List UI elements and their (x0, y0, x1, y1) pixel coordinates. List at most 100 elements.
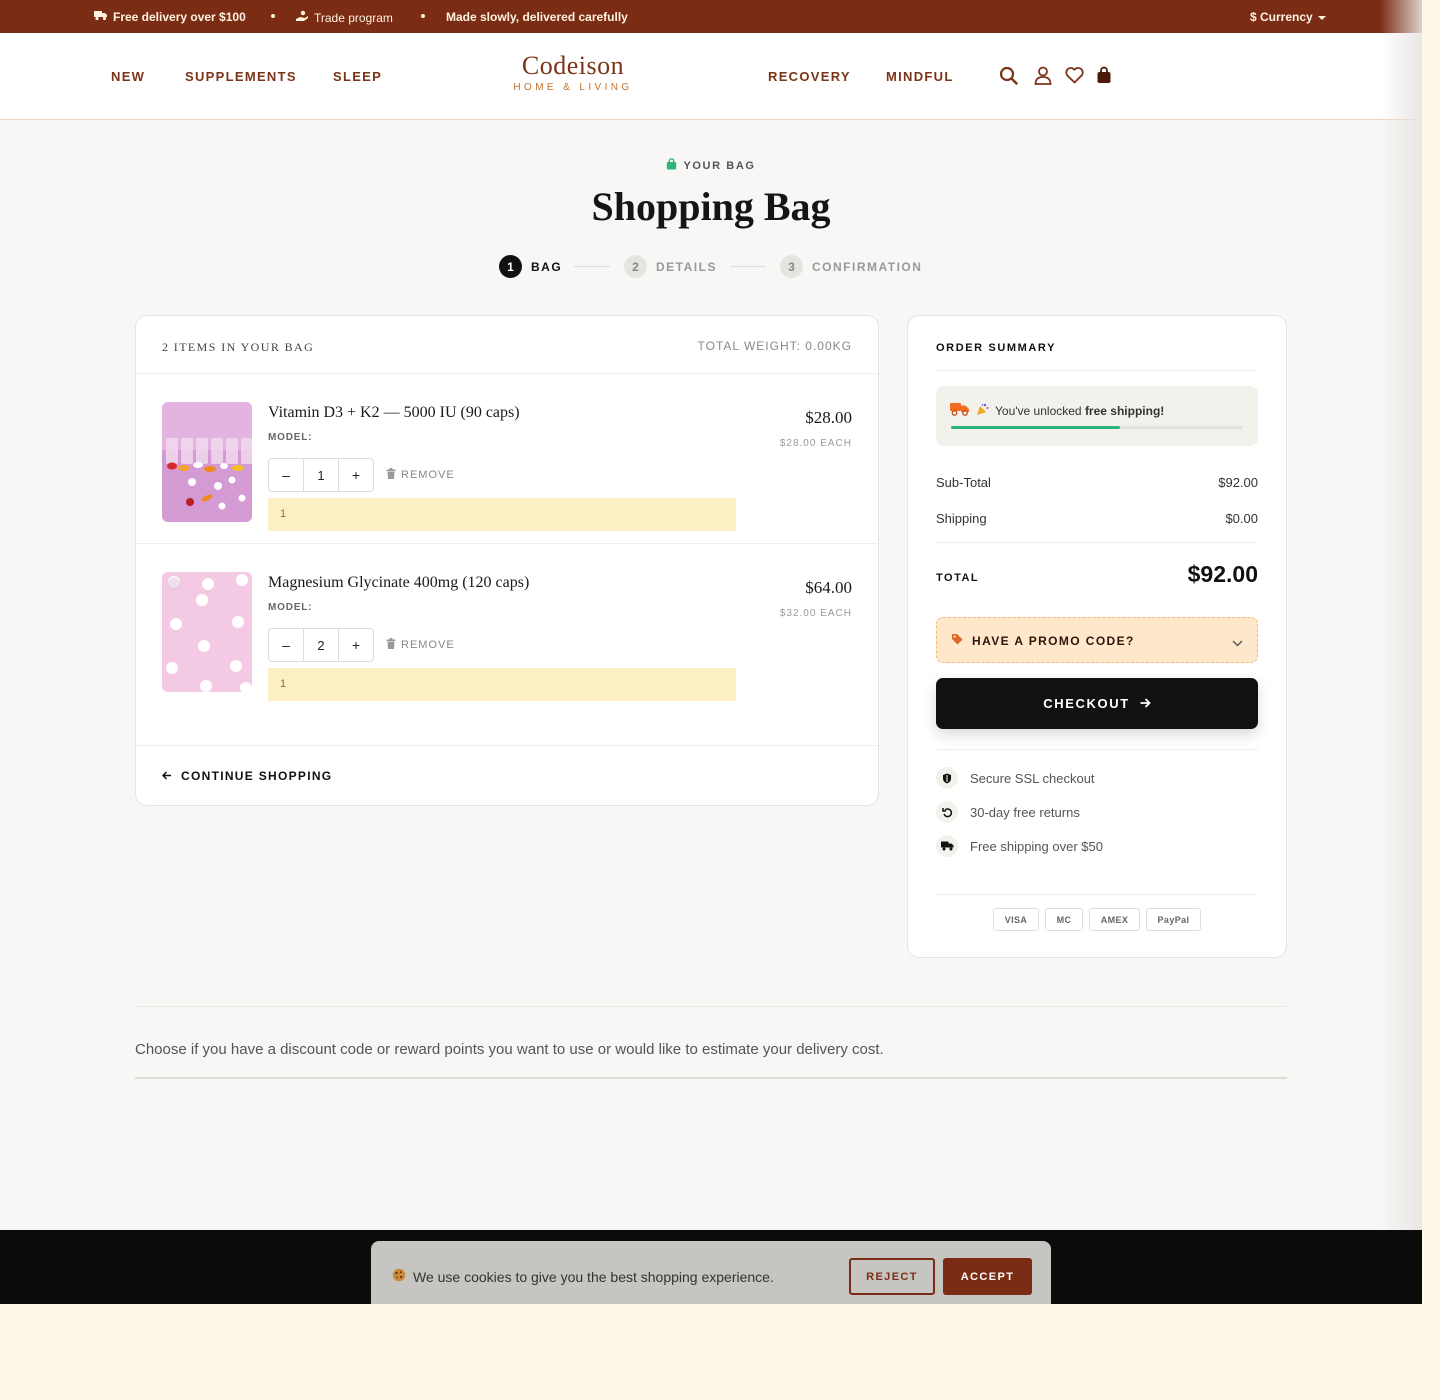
nav-supplements[interactable]: SUPPLEMENTS (185, 69, 297, 84)
total-value: $92.00 (1187, 561, 1258, 587)
nav-mindful[interactable]: MINDFUL (886, 69, 954, 84)
cart-item: Vitamin D3 + K2 — 5000 IU (90 caps) MODE… (136, 374, 878, 544)
truck-icon (936, 835, 958, 857)
decrease-button[interactable]: – (269, 459, 303, 491)
cart-header: 2 ITEMS IN YOUR BAG TOTAL WEIGHT: 0.00KG (136, 316, 878, 374)
cookie-banner: We use cookies to give you the best shop… (371, 1241, 1051, 1304)
accept-cookies-button[interactable]: ACCEPT (943, 1258, 1032, 1295)
total-label: TOTAL (936, 572, 980, 584)
quantity-stepper: – 1 + (268, 458, 374, 492)
product-image[interactable] (162, 402, 252, 522)
discount-explainer: Choose if you have a discount code or re… (135, 1041, 884, 1058)
chevron-down-icon (1232, 634, 1243, 652)
quantity-value[interactable]: 2 (303, 629, 339, 661)
item-price: $28.00 (805, 408, 852, 427)
site-header: NEW SUPPLEMENTS SLEEP Codeison HOME & LI… (0, 33, 1422, 120)
cart-item-count: 2 ITEMS IN YOUR BAG (162, 340, 315, 354)
summary-title: ORDER SUMMARY (936, 342, 1057, 354)
product-model: MODEL: (268, 602, 313, 613)
step-details: 2 DETAILS (624, 255, 717, 278)
logo-name: Codeison (521, 51, 625, 80)
shipping-row: Shipping $0.00 (936, 511, 1258, 526)
paypal-badge: PayPal (1146, 908, 1201, 931)
product-image[interactable] (162, 572, 252, 692)
item-price: $64.00 (805, 578, 852, 597)
continue-shopping-link[interactable]: CONTINUE SHOPPING (161, 769, 332, 783)
cart-footer: CONTINUE SHOPPING (136, 745, 878, 805)
cookie-icon (392, 1268, 406, 1285)
separator-dot (421, 14, 425, 18)
made-message: Made slowly, delivered carefully (446, 10, 628, 24)
amex-badge: AMEX (1089, 908, 1140, 931)
hand-icon (296, 10, 309, 25)
trust-item: Secure SSL checkout (936, 767, 1095, 789)
account-icon[interactable] (1032, 64, 1054, 86)
order-summary: ORDER SUMMARY You've unlocked free shipp… (907, 315, 1287, 958)
step-connector (730, 266, 766, 267)
item-unit-price: $32.00 EACH (779, 608, 852, 619)
remove-button[interactable]: REMOVE (386, 638, 455, 652)
free-shipping-banner: You've unlocked free shipping! (936, 386, 1258, 446)
return-arrow-icon (936, 801, 958, 823)
divider (936, 542, 1258, 543)
section-divider (135, 1077, 1287, 1079)
nav-recovery[interactable]: RECOVERY (768, 69, 851, 84)
trash-icon (386, 468, 396, 482)
tag-icon (951, 633, 963, 648)
shield-icon (936, 767, 958, 789)
subtotal-row: Sub-Total $92.00 (936, 475, 1258, 490)
step-connector (574, 266, 610, 267)
product-model: MODEL: (268, 432, 313, 443)
remove-button[interactable]: REMOVE (386, 468, 455, 482)
free-shipping-message: You've unlocked free shipping! (950, 402, 1164, 419)
bag-icon[interactable] (1093, 64, 1115, 86)
arrow-left-icon (161, 769, 172, 783)
nav-sleep[interactable]: SLEEP (333, 69, 382, 84)
section-divider (135, 1006, 1287, 1007)
delivery-truck-icon (950, 402, 970, 419)
page: Free delivery over $100 Trade program Ma… (0, 0, 1422, 1304)
divider (936, 370, 1258, 371)
quantity-value[interactable]: 1 (303, 459, 339, 491)
shopping-bag-icon (666, 158, 677, 173)
checkout-button[interactable]: CHECKOUT (936, 678, 1258, 729)
increase-button[interactable]: + (339, 459, 373, 491)
trust-item: Free shipping over $50 (936, 835, 1103, 857)
cart-item: Magnesium Glycinate 400mg (120 caps) MOD… (136, 544, 878, 714)
nav-new[interactable]: NEW (111, 69, 145, 84)
promo-code-toggle[interactable]: HAVE A PROMO CODE? (936, 617, 1258, 663)
logo-tagline: HOME & LIVING (513, 82, 633, 93)
reject-cookies-button[interactable]: REJECT (849, 1258, 935, 1295)
caret-down-icon (1317, 10, 1326, 24)
trade-program-link[interactable]: Trade program (296, 10, 393, 25)
shipping-progress-fill (951, 426, 1121, 429)
quantity-stepper: – 2 + (268, 628, 374, 662)
step-bag: 1 BAG (499, 255, 562, 278)
page-title: Shopping Bag (591, 184, 831, 229)
decrease-button[interactable]: – (269, 629, 303, 661)
page-eyebrow: YOUR BAG (0, 158, 1422, 173)
trash-icon (386, 638, 396, 652)
cart-total-weight: TOTAL WEIGHT: 0.00KG (697, 339, 852, 353)
wishlist-icon[interactable] (1063, 64, 1085, 86)
divider (936, 749, 1258, 750)
truck-icon (94, 10, 108, 24)
trust-item: 30-day free returns (936, 801, 1080, 823)
item-note: 1 (268, 498, 736, 531)
separator-dot (271, 14, 275, 18)
arrow-right-icon (1140, 696, 1151, 711)
cart-card: 2 ITEMS IN YOUR BAG TOTAL WEIGHT: 0.00KG (135, 315, 879, 806)
product-name[interactable]: Vitamin D3 + K2 — 5000 IU (90 caps) (268, 404, 520, 422)
product-name[interactable]: Magnesium Glycinate 400mg (120 caps) (268, 574, 529, 592)
item-unit-price: $28.00 EACH (779, 438, 852, 449)
party-popper-icon (976, 403, 989, 419)
announcement-bar: Free delivery over $100 Trade program Ma… (0, 0, 1422, 33)
step-confirmation: 3 CONFIRMATION (780, 255, 922, 278)
currency-selector[interactable]: $ Currency (1250, 10, 1326, 24)
item-note: 1 (268, 668, 736, 701)
visa-badge: VISA (993, 908, 1039, 931)
search-icon[interactable] (997, 64, 1019, 86)
divider (936, 894, 1258, 895)
increase-button[interactable]: + (339, 629, 373, 661)
site-logo[interactable]: Codeison HOME & LIVING (497, 51, 649, 93)
